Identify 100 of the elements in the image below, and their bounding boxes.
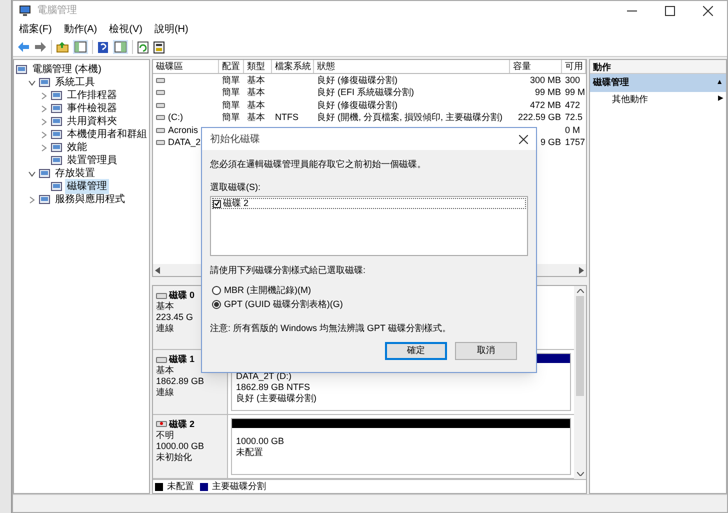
computer-icon	[19, 5, 31, 16]
dialog-title: 初始化磁碟	[210, 132, 260, 146]
window-icon	[39, 168, 50, 179]
tree-item[interactable]: 共用資料夾	[65, 114, 119, 129]
disk-info: 1000.00 GB	[156, 440, 204, 452]
tree-item[interactable]: 事件檢視器	[65, 101, 119, 116]
menu-item[interactable]: 檔案(F)	[19, 22, 52, 36]
table-cell-text: 99 MB	[534, 86, 561, 99]
checkbox[interactable]	[213, 200, 221, 208]
chevron-right-icon[interactable]	[40, 104, 48, 112]
table-cell-text: 良好 (開機, 分頁檔案, 損毀傾印, 主要磁碟分割)	[317, 111, 502, 124]
disk-name[interactable]: 磁碟 0	[169, 290, 195, 301]
column-header[interactable]: 狀態	[314, 60, 510, 73]
vertical-scrollbar[interactable]	[574, 286, 586, 479]
column-header[interactable]: 類型	[244, 60, 272, 73]
partition-info: DATA_2T (D:)	[236, 371, 293, 382]
radio-button[interactable]	[212, 286, 221, 295]
field-label: 選取磁碟(S):	[210, 180, 260, 194]
disk-info: 連線	[156, 387, 174, 398]
properties-icon[interactable]	[153, 40, 165, 54]
scroll-up-icon[interactable]	[576, 289, 584, 293]
table-cell-text: 簡單	[222, 86, 240, 99]
list-item[interactable]: 磁碟 2	[212, 198, 526, 209]
window-title: 電腦管理	[37, 4, 77, 18]
column-header[interactable]: 容量	[510, 60, 562, 73]
tree-item[interactable]: 電腦管理 (本機)	[30, 62, 104, 77]
help-icon[interactable]	[97, 40, 109, 54]
forward-arrow-icon[interactable]	[34, 41, 47, 53]
table-cell: 良好 (修復磁碟分割)	[317, 74, 398, 87]
drive-icon	[156, 292, 167, 298]
panel-icon[interactable]	[73, 40, 88, 54]
chevron-down-icon[interactable]	[28, 170, 36, 178]
table-cell-text: NTFS	[275, 111, 298, 124]
tree-item[interactable]: 效能	[65, 140, 89, 155]
tree-item[interactable]: 本機使用者和群組	[65, 127, 149, 142]
tree-item[interactable]: 存放裝置	[53, 166, 97, 181]
dialog-message: 您必須在邏輯磁碟管理員能存取它之前初始一個磁碟。	[210, 158, 426, 171]
scroll-left-icon[interactable]	[155, 266, 160, 274]
tree-item[interactable]: 服務與應用程式	[53, 192, 127, 207]
column-header[interactable]: 可用	[562, 60, 586, 73]
refresh-icon[interactable]	[137, 40, 149, 54]
column-header[interactable]: 磁碟區	[153, 60, 219, 73]
chevron-right-icon[interactable]	[40, 92, 48, 100]
maximize-icon[interactable]	[665, 6, 675, 16]
radio-button[interactable]	[212, 300, 221, 309]
tree-item[interactable]: 工作排程器	[65, 88, 119, 103]
back-arrow-icon[interactable]	[17, 41, 30, 53]
disk-info: 223.45 G	[156, 312, 194, 323]
disk-info: 不明	[156, 430, 174, 441]
table-cell-text: 基本	[247, 111, 265, 124]
tree-item[interactable]: 裝置管理員	[65, 153, 119, 168]
note-text: 注意: 所有舊版的 Windows 均無法辨識 GPT 磁碟分割樣式。	[210, 322, 451, 334]
partition[interactable]: 1000.00 GB 未配置	[231, 418, 571, 475]
window-icon	[51, 90, 62, 101]
table-cell-text: Acronis	[168, 124, 198, 136]
disk-info: 未初始化	[156, 452, 192, 463]
panel-icon[interactable]	[113, 40, 128, 54]
menu-item[interactable]: 說明(H)	[154, 22, 188, 36]
close-icon[interactable]	[519, 134, 528, 144]
table-cell-text: 基本	[247, 98, 265, 112]
chevron-right-icon[interactable]	[28, 196, 36, 204]
window-icon	[16, 64, 27, 75]
tree-item[interactable]: 磁碟管理	[65, 179, 109, 194]
chevron-down-icon[interactable]	[28, 78, 36, 86]
column-header[interactable]: 配置	[219, 60, 244, 73]
disk-name[interactable]: 磁碟 1	[169, 354, 195, 366]
window-icon	[51, 116, 62, 127]
disk-list[interactable]: 磁碟 2	[210, 196, 528, 256]
field-label: 請使用下列磁碟分割樣式給已選取磁碟:	[210, 264, 366, 277]
scrollbar-thumb[interactable]	[576, 296, 584, 396]
table-cell: 良好 (修復磁碟分割)	[317, 98, 398, 112]
legend-label: 主要磁碟分割	[212, 480, 266, 493]
table-cell-text: 99 M	[565, 86, 586, 99]
disk-name[interactable]: 磁碟 2	[169, 418, 195, 430]
ok-button[interactable]: 確定	[385, 342, 447, 360]
window-icon	[39, 194, 50, 205]
table-cell-text: 0 M	[565, 124, 580, 136]
folder-up-icon[interactable]	[56, 41, 69, 53]
radio-option[interactable]: GPT (GUID 磁碟分割表格)(G)	[210, 298, 343, 312]
radio-option[interactable]: MBR (主開機記錄)(M)	[210, 284, 311, 298]
menu-item[interactable]: 檢視(V)	[109, 22, 142, 36]
table-cell-text: 9 GB	[540, 136, 561, 149]
cancel-button[interactable]: 取消	[455, 342, 517, 360]
table-cell-text: 簡單	[222, 74, 240, 86]
chevron-right-icon[interactable]	[40, 130, 48, 138]
chevron-right-icon[interactable]	[40, 118, 48, 126]
table-cell-text: 1757	[565, 136, 586, 149]
partition-info: 1000.00 GB	[236, 436, 286, 447]
chevron-right-icon[interactable]	[40, 144, 48, 152]
menu-item[interactable]: 動作(A)	[64, 22, 98, 36]
scroll-right-icon[interactable]	[579, 266, 584, 274]
window-icon	[51, 103, 62, 114]
table-cell-text: 基本	[247, 74, 265, 86]
close-icon[interactable]	[703, 6, 713, 16]
column-header[interactable]: 檔案系統	[272, 60, 314, 73]
table-cell-text: 簡單	[222, 111, 240, 124]
disk-info: 連線	[156, 323, 174, 334]
tree-item[interactable]: 系統工具	[53, 75, 97, 90]
scroll-down-icon[interactable]	[576, 472, 584, 476]
partition-info: 1862.89 GB NTFS	[236, 382, 312, 394]
